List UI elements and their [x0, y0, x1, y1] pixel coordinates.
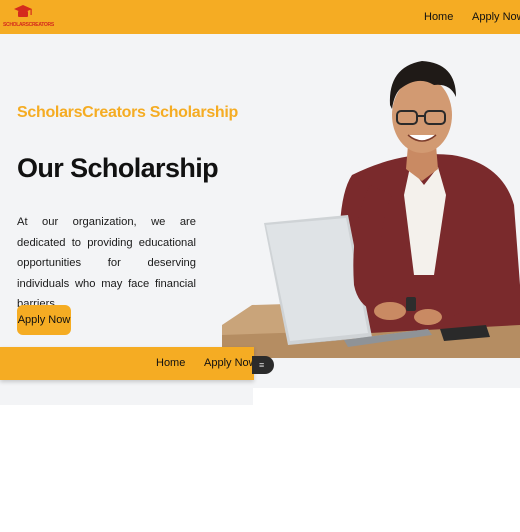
- site-logo[interactable]: SCHOLARSCREATORS: [3, 3, 54, 31]
- overlay-backdrop: [0, 380, 253, 405]
- hero-apply-now-button[interactable]: Apply Now: [17, 305, 71, 335]
- nav-home-link[interactable]: Home: [424, 11, 453, 23]
- logo-wordmark: SCHOLARSCREATORS: [3, 22, 54, 28]
- secondary-nav-apply-now-link[interactable]: Apply Now: [204, 357, 257, 369]
- hamburger-icon: ≡: [259, 360, 265, 370]
- hero-title: Our Scholarship: [17, 153, 219, 183]
- hero-description: At our organization, we are dedicated to…: [17, 216, 196, 310]
- secondary-navbar: Home Apply Now: [0, 347, 257, 380]
- top-navbar: SCHOLARSCREATORS Home Apply Now: [0, 0, 520, 34]
- student-with-laptop-image: [222, 35, 520, 358]
- secondary-nav-home-link[interactable]: Home: [156, 357, 185, 369]
- nav-apply-now-link[interactable]: Apply Now: [472, 11, 520, 23]
- graduation-cap-icon: [14, 5, 32, 17]
- hero-brand-line: ScholarsCreators Scholarship: [17, 104, 239, 121]
